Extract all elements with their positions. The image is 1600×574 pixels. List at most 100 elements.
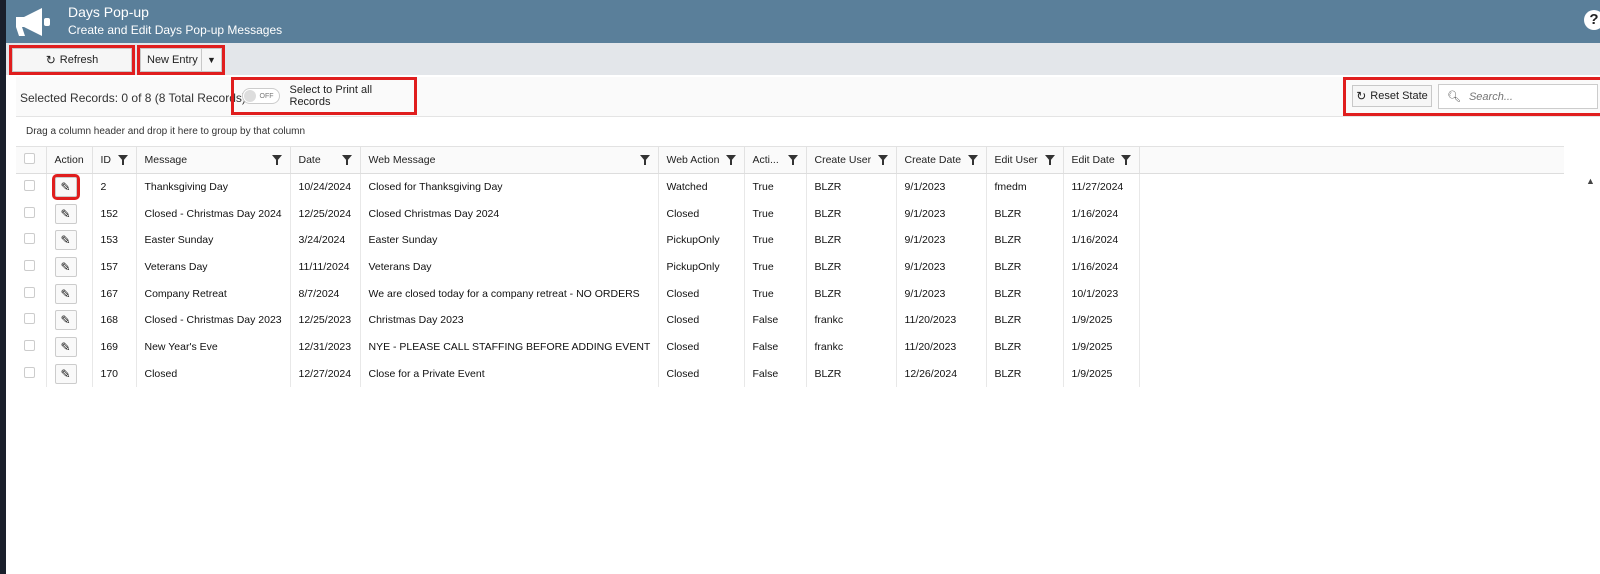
- pencil-icon: ✎: [60, 366, 71, 381]
- selected-records-text: Selected Records: 0 of 8 (8 Total Record…: [20, 91, 246, 105]
- row-checkbox[interactable]: [24, 259, 35, 271]
- column-header-web-message[interactable]: Web Message: [360, 146, 659, 174]
- table-cell: 167: [92, 280, 137, 307]
- select-all-header[interactable]: [16, 146, 47, 174]
- table-row[interactable]: ✎ 152 Closed - Christmas Day 2024 12/25/202…: [16, 200, 1564, 227]
- row-select-cell[interactable]: [16, 226, 47, 254]
- filter-icon[interactable]: [271, 155, 282, 165]
- table-cell: True: [744, 200, 807, 227]
- row-select-cell[interactable]: [16, 253, 47, 281]
- table-cell: Closed: [658, 200, 745, 227]
- row-select-cell[interactable]: [16, 306, 47, 334]
- column-header-web-action[interactable]: Web Action: [658, 146, 745, 174]
- column-header-active[interactable]: Acti...: [744, 146, 807, 174]
- edit-row-button[interactable]: ✎: [54, 336, 77, 357]
- table-cell: 11/20/2023: [896, 306, 987, 334]
- table-row[interactable]: ✎ 167 Company Retreat 8/7/2024 We are closed…: [16, 280, 1564, 307]
- refresh-button[interactable]: ↻ Refresh: [9, 45, 135, 75]
- reset-state-button[interactable]: ↻ Reset State: [1352, 85, 1432, 107]
- chevron-down-icon[interactable]: ▼: [201, 49, 221, 71]
- row-checkbox[interactable]: [24, 313, 35, 325]
- filter-icon[interactable]: [725, 155, 736, 165]
- table-cell: 9/1/2023: [896, 200, 987, 227]
- app-frame: Days Pop-up Create and Edit Days Pop-up …: [6, 0, 1600, 574]
- row-action-cell: ✎: [46, 226, 93, 254]
- pencil-icon: ✎: [60, 286, 71, 301]
- column-header-edit-user[interactable]: Edit User: [986, 146, 1064, 174]
- table-row[interactable]: ✎ 157 Veterans Day 11/11/2024 Veterans Day Pi…: [16, 253, 1564, 281]
- filter-icon[interactable]: [877, 155, 888, 165]
- row-checkbox[interactable]: [24, 233, 35, 245]
- select-all-checkbox[interactable]: [24, 153, 35, 164]
- table-cell: False: [744, 306, 807, 334]
- column-header-message[interactable]: Message: [136, 146, 291, 174]
- column-header-id[interactable]: ID: [92, 146, 137, 174]
- table-cell: 11/11/2024: [290, 253, 361, 281]
- column-header-create-date[interactable]: Create Date: [896, 146, 987, 174]
- edit-row-button[interactable]: ✎: [54, 230, 77, 251]
- filter-icon[interactable]: [1120, 155, 1131, 165]
- edit-row-button[interactable]: ✎: [54, 256, 77, 277]
- table-cell: Christmas Day 2023: [360, 306, 659, 334]
- table-row[interactable]: ✎ 169 New Year's Eve 12/31/2023 NYE - PLEASE…: [16, 333, 1564, 361]
- table-row[interactable]: ✎ 168 Closed - Christmas Day 2023 12/25/202…: [16, 306, 1564, 334]
- row-select-cell[interactable]: [16, 333, 47, 361]
- table-cell: 1/16/2024: [1063, 200, 1140, 227]
- filter-icon[interactable]: [341, 155, 352, 165]
- filler-cell: [1139, 360, 1564, 387]
- table-cell: BLZR: [806, 253, 897, 281]
- row-select-cell[interactable]: [16, 200, 47, 227]
- table-cell: 170: [92, 360, 137, 387]
- table-row[interactable]: ✎ 170 Closed 12/27/2024 Close for a Private …: [16, 360, 1564, 387]
- table-cell: Closed: [658, 306, 745, 334]
- table-cell: 157: [92, 253, 137, 281]
- filter-icon[interactable]: [639, 155, 650, 165]
- table-cell: True: [744, 226, 807, 254]
- filter-icon[interactable]: [787, 155, 798, 165]
- table-cell: False: [744, 333, 807, 361]
- table-cell: BLZR: [986, 280, 1064, 307]
- column-header-edit-date[interactable]: Edit Date: [1063, 146, 1140, 174]
- row-checkbox[interactable]: [24, 339, 35, 351]
- column-header-date[interactable]: Date: [290, 146, 361, 174]
- row-select-cell[interactable]: [16, 360, 47, 387]
- table-row[interactable]: ✎ 153 Easter Sunday 3/24/2024 Easter Sunday P…: [16, 226, 1564, 254]
- row-select-cell[interactable]: [16, 280, 47, 307]
- filler-cell: [1139, 227, 1564, 254]
- print-all-label: Select to Print all Records: [289, 84, 373, 108]
- group-panel-hint[interactable]: Drag a column header and drop it here to…: [26, 126, 305, 137]
- filter-icon[interactable]: [1044, 155, 1055, 165]
- table-cell: 9/1/2023: [896, 173, 987, 201]
- row-checkbox[interactable]: [24, 366, 35, 378]
- edit-row-button[interactable]: ✎: [54, 203, 77, 224]
- pencil-icon: ✎: [60, 180, 71, 195]
- table-cell: Easter Sunday: [360, 226, 659, 254]
- table-row[interactable]: ✎ 2 Thanksgiving Day 10/24/2024 Closed for T…: [16, 173, 1564, 201]
- column-header-create-user[interactable]: Create User: [806, 146, 897, 174]
- scroll-up-arrow[interactable]: ▲: [1586, 176, 1600, 186]
- table-cell: 169: [92, 333, 137, 361]
- table-cell: True: [744, 280, 807, 307]
- info-bar: Selected Records: 0 of 8 (8 Total Record…: [16, 77, 1600, 117]
- row-checkbox[interactable]: [24, 180, 35, 192]
- search-input[interactable]: [1468, 90, 1589, 103]
- print-all-toggle[interactable]: OFF: [242, 88, 280, 104]
- edit-row-button[interactable]: ✎: [54, 310, 77, 331]
- row-select-cell[interactable]: [16, 173, 47, 201]
- new-entry-button[interactable]: New Entry ▼: [137, 45, 225, 75]
- edit-row-button[interactable]: ✎: [54, 363, 77, 384]
- edit-row-button[interactable]: ✎: [51, 174, 80, 201]
- edit-row-button[interactable]: ✎: [54, 283, 77, 304]
- table-cell: 2: [92, 173, 137, 201]
- row-checkbox[interactable]: [24, 206, 35, 218]
- table-cell: 10/1/2023: [1063, 280, 1140, 307]
- row-checkbox[interactable]: [24, 286, 35, 298]
- print-all-toggle-group[interactable]: OFF Select to Print all Records: [231, 77, 417, 115]
- table-cell: PickupOnly: [658, 253, 745, 281]
- row-action-cell: ✎: [46, 280, 93, 307]
- refresh-icon: ↻: [1356, 89, 1367, 103]
- table-cell: Closed: [658, 360, 745, 387]
- help-icon[interactable]: ?: [1584, 10, 1600, 30]
- filter-icon[interactable]: [117, 155, 128, 165]
- filter-icon[interactable]: [967, 155, 978, 165]
